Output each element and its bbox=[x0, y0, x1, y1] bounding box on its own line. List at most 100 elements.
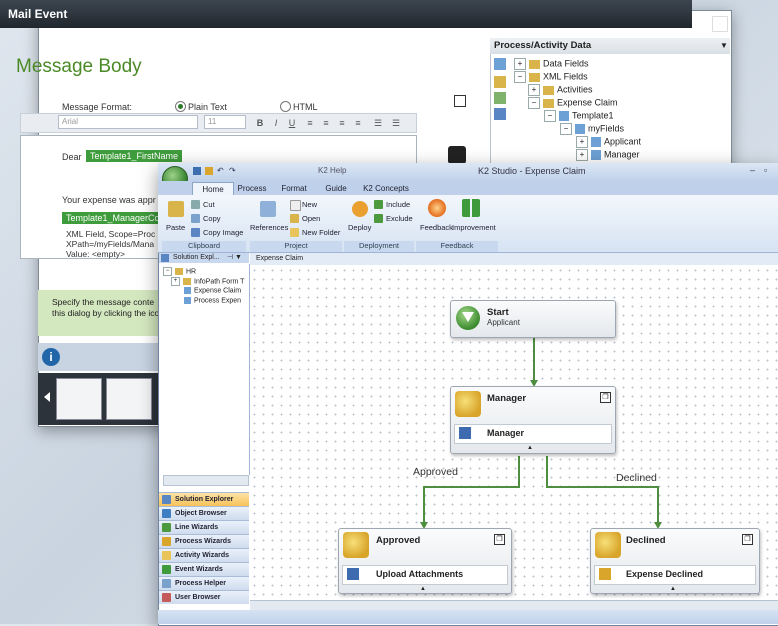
tree-item[interactable]: − Template1 bbox=[544, 110, 614, 122]
align-right-icon[interactable]: ≡ bbox=[337, 118, 347, 128]
copy-image-icon[interactable] bbox=[191, 228, 200, 237]
align-left-icon[interactable]: ≡ bbox=[305, 118, 315, 128]
new-button[interactable]: New bbox=[302, 200, 317, 209]
numbering-icon[interactable]: ☰ bbox=[391, 118, 401, 128]
references-icon[interactable] bbox=[260, 201, 276, 217]
wizard-thumbnail[interactable] bbox=[106, 378, 152, 420]
connector-line[interactable] bbox=[546, 486, 659, 488]
wizard-thumbnail[interactable] bbox=[56, 378, 102, 420]
copy-icon[interactable] bbox=[191, 214, 200, 223]
edge-label-approved[interactable]: Approved bbox=[413, 466, 458, 478]
cut-button[interactable]: Cut bbox=[203, 200, 215, 209]
restore-icon[interactable]: ❐ bbox=[494, 534, 505, 545]
sidebar-item-activity-wizards[interactable]: Activity Wizards bbox=[159, 548, 249, 562]
connector-line[interactable] bbox=[518, 456, 520, 486]
feedback-button[interactable]: Feedback bbox=[420, 223, 453, 232]
connector-line[interactable] bbox=[546, 456, 548, 486]
insert-field-button[interactable] bbox=[448, 146, 466, 164]
minimize-icon[interactable]: – bbox=[750, 165, 755, 175]
tree-item[interactable]: − myFields bbox=[560, 123, 624, 135]
deploy-icon[interactable] bbox=[352, 201, 368, 217]
new-folder-icon[interactable] bbox=[290, 228, 299, 237]
bullets-icon[interactable]: ☰ bbox=[373, 118, 383, 128]
cut-icon[interactable] bbox=[191, 200, 200, 209]
include-button[interactable]: Include bbox=[386, 200, 410, 209]
open-button[interactable]: Open bbox=[302, 214, 320, 223]
pin-icon[interactable]: ⊣ ▼ bbox=[227, 253, 242, 261]
sidebar-item-object-browser[interactable]: Object Browser bbox=[159, 506, 249, 520]
sidebar-item-solution-explorer[interactable]: Solution Explorer bbox=[159, 492, 249, 506]
tree-item[interactable]: + Activities bbox=[528, 84, 593, 96]
new-folder-button[interactable]: New Folder bbox=[302, 228, 340, 237]
k2-help-tab[interactable]: K2 Help bbox=[318, 166, 346, 175]
font-name-select[interactable]: Arial bbox=[58, 115, 198, 129]
copy-image-button[interactable]: Copy Image bbox=[203, 228, 243, 237]
radio-html[interactable] bbox=[280, 101, 291, 112]
connector-line[interactable] bbox=[423, 486, 425, 524]
sidebar-item-user-browser[interactable]: User Browser bbox=[159, 590, 249, 604]
table-icon[interactable] bbox=[494, 108, 506, 120]
canvas-horizontal-scrollbar[interactable] bbox=[250, 600, 778, 610]
tree-icon[interactable] bbox=[494, 92, 506, 104]
field-tag-first-name[interactable]: Template1_FirstName bbox=[86, 150, 183, 162]
tab-guide[interactable]: Guide bbox=[318, 182, 354, 195]
tree-item[interactable]: − HR bbox=[163, 267, 196, 276]
event-row[interactable] bbox=[454, 424, 612, 444]
edge-label-declined[interactable]: Declined bbox=[616, 472, 657, 484]
undo-icon[interactable]: ↶ bbox=[217, 166, 224, 175]
sidebar-item-line-wizards[interactable]: Line Wizards bbox=[159, 520, 249, 534]
feedback-icon[interactable] bbox=[428, 199, 446, 217]
paste-icon[interactable] bbox=[168, 201, 184, 217]
tab-process[interactable]: Process bbox=[234, 182, 270, 195]
font-size-select[interactable]: 11 bbox=[204, 115, 246, 129]
improvement-icon[interactable] bbox=[462, 199, 480, 217]
restore-icon[interactable]: ❐ bbox=[600, 392, 611, 403]
copy-button[interactable]: Copy bbox=[203, 214, 221, 223]
tab-format[interactable]: Format bbox=[276, 182, 312, 195]
tree-item[interactable]: + Data Fields bbox=[514, 58, 589, 70]
exclude-button[interactable]: Exclude bbox=[386, 214, 413, 223]
connector-line[interactable] bbox=[533, 336, 535, 382]
collapse-icon[interactable]: ▲ bbox=[420, 586, 426, 592]
panel-menu-icon[interactable]: ▼ bbox=[720, 41, 728, 50]
underline-icon[interactable]: U bbox=[287, 118, 297, 128]
maximize-icon[interactable]: ▫ bbox=[764, 165, 767, 175]
collapse-icon[interactable]: ▲ bbox=[670, 586, 676, 592]
tab-expense-claim[interactable]: Expense Claim bbox=[250, 253, 778, 265]
open-icon[interactable] bbox=[205, 167, 213, 175]
horizontal-scrollbar[interactable] bbox=[163, 475, 249, 486]
deploy-button[interactable]: Deploy bbox=[348, 223, 371, 232]
close-icon[interactable]: ✕ bbox=[712, 16, 728, 32]
improvement-button[interactable]: Improvement bbox=[452, 223, 496, 232]
bold-icon[interactable]: B bbox=[255, 118, 265, 128]
radio-plain-text[interactable] bbox=[175, 101, 186, 112]
sidebar-item-process-wizards[interactable]: Process Wizards bbox=[159, 534, 249, 548]
italic-icon[interactable]: I bbox=[271, 118, 281, 128]
tree-item[interactable]: + Manager bbox=[576, 149, 640, 161]
folder-icon[interactable] bbox=[494, 76, 506, 88]
tab-k2-concepts[interactable]: K2 Concepts bbox=[358, 182, 414, 195]
exclude-icon[interactable] bbox=[374, 214, 383, 223]
field-tag-manager[interactable]: Template1_ManagerCo bbox=[62, 212, 170, 224]
connector-line[interactable] bbox=[657, 486, 659, 524]
collapse-icon[interactable]: ▲ bbox=[527, 445, 533, 451]
paste-button[interactable]: Paste bbox=[166, 223, 185, 232]
tab-home[interactable]: Home bbox=[192, 182, 234, 196]
tree-item[interactable]: + InfoPath Form T bbox=[171, 277, 244, 286]
sidebar-item-event-wizards[interactable]: Event Wizards bbox=[159, 562, 249, 576]
scroll-left-icon[interactable] bbox=[44, 392, 50, 402]
object-icon[interactable] bbox=[494, 58, 506, 70]
tree-item[interactable]: Process Expen bbox=[181, 297, 241, 304]
references-button[interactable]: References bbox=[250, 223, 288, 232]
sidebar-item-process-helper[interactable]: Process Helper bbox=[159, 576, 249, 590]
align-center-icon[interactable]: ≡ bbox=[321, 118, 331, 128]
justify-icon[interactable]: ≡ bbox=[353, 118, 363, 128]
tree-item[interactable]: + Applicant bbox=[576, 136, 641, 148]
expand-icon[interactable] bbox=[454, 95, 466, 107]
tree-item[interactable]: − Expense Claim bbox=[528, 97, 618, 109]
include-icon[interactable] bbox=[374, 200, 383, 209]
tree-item[interactable]: − XML Fields bbox=[514, 71, 588, 83]
new-icon[interactable] bbox=[290, 200, 301, 211]
open-folder-icon[interactable] bbox=[290, 214, 299, 223]
save-icon[interactable] bbox=[193, 167, 201, 175]
